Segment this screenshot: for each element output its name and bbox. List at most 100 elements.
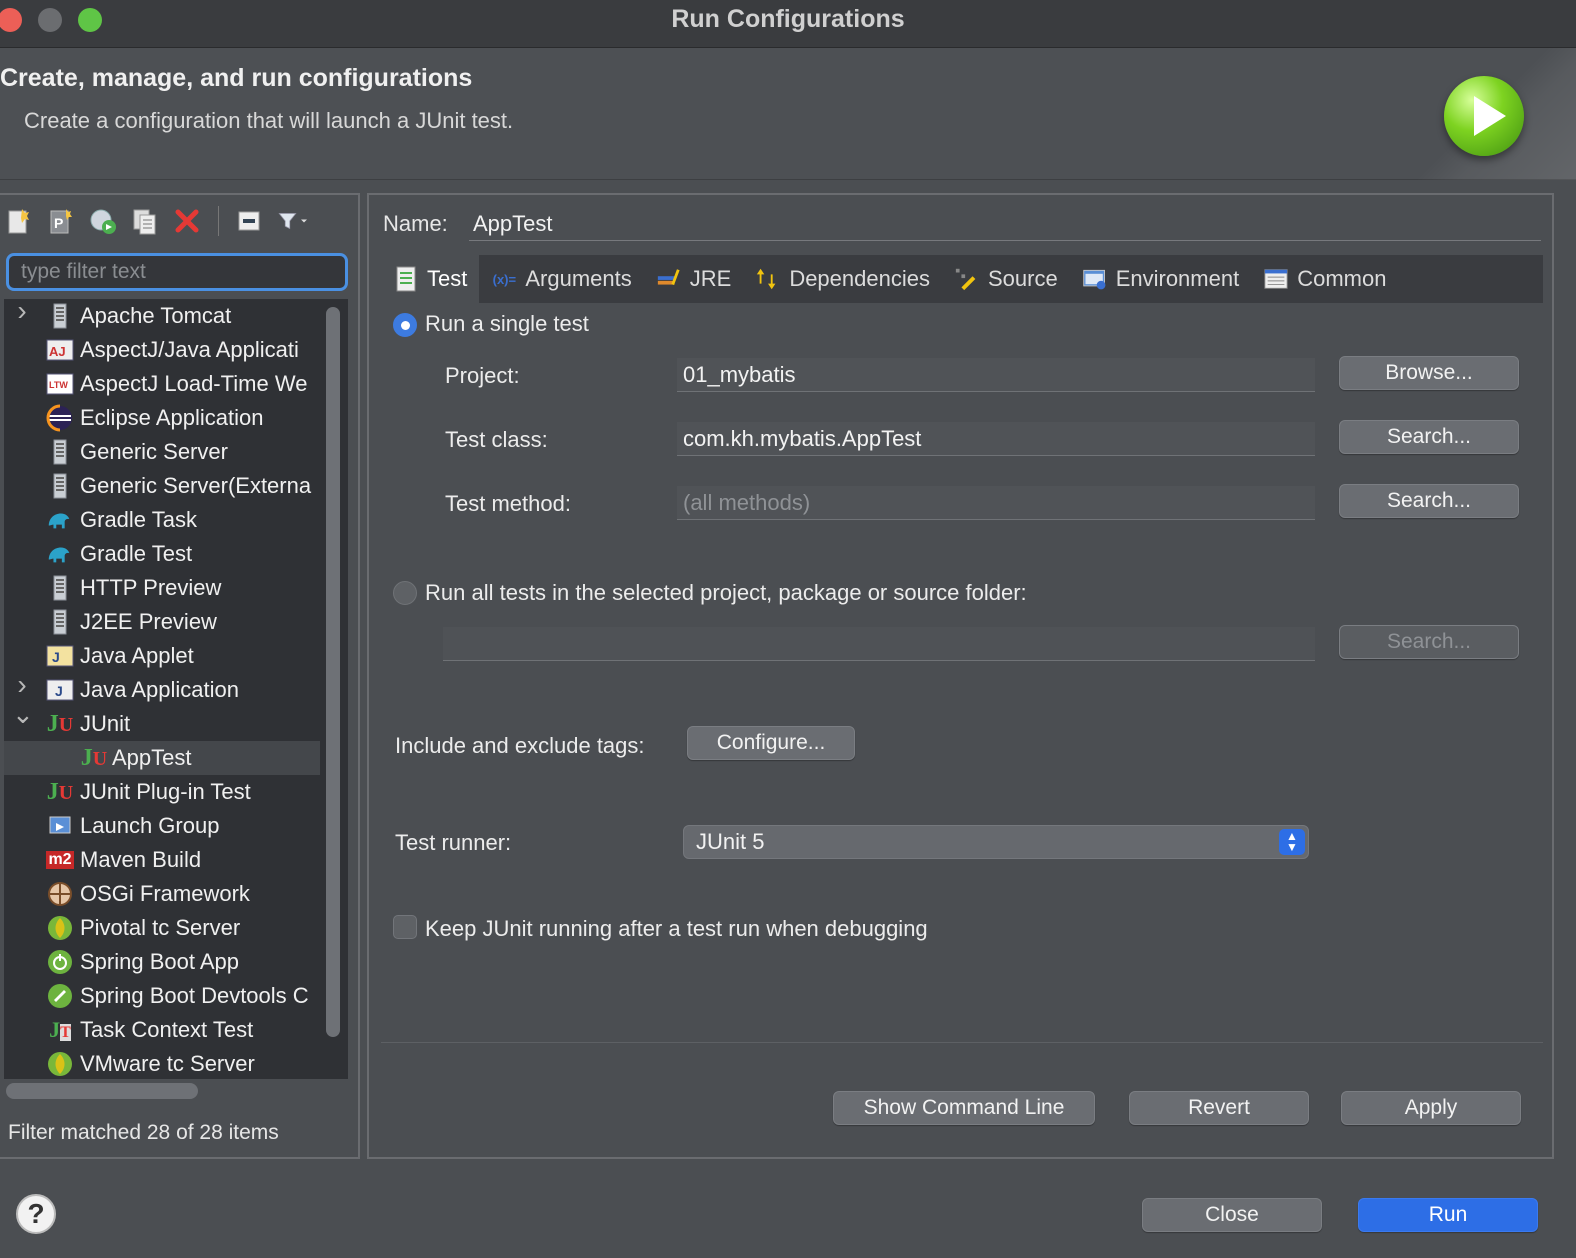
server-icon xyxy=(46,609,74,635)
gradle-icon xyxy=(46,541,74,567)
new-prototype-icon[interactable]: P xyxy=(46,206,76,236)
show-command-line-button[interactable]: Show Command Line xyxy=(833,1091,1095,1125)
tree-item[interactable]: OSGi Framework xyxy=(4,877,320,911)
tree-item[interactable]: J2EE Preview xyxy=(4,605,320,639)
junit-plugin-icon: JU xyxy=(46,778,74,805)
browse-project-button[interactable]: Browse... xyxy=(1339,356,1519,390)
tree-item[interactable]: LTW AspectJ Load-Time We xyxy=(4,367,320,401)
configuration-list-panel: P › Apache Tomcat AJ AspectJ/Java Applicati… xyxy=(0,193,360,1159)
test-method-field[interactable] xyxy=(677,486,1315,520)
keep-junit-running-checkbox[interactable] xyxy=(393,915,417,939)
tags-label: Include and exclude tags: xyxy=(395,733,645,758)
tab-arguments[interactable]: (x)= Arguments xyxy=(479,255,643,303)
tree-item[interactable]: › Apache Tomcat xyxy=(4,299,320,333)
tab-label: JRE xyxy=(689,266,732,291)
svg-text:J: J xyxy=(55,683,63,699)
tab-environment[interactable]: Environment xyxy=(1070,255,1252,303)
tree-item[interactable]: Generic Server(Externa xyxy=(4,469,320,503)
server-icon xyxy=(46,303,74,329)
run-button[interactable]: Run xyxy=(1358,1198,1538,1232)
run-all-tests-label: Run all tests in the selected project, p… xyxy=(425,580,1027,605)
tree-item[interactable]: Spring Boot Devtools C xyxy=(4,979,320,1013)
jre-tab-icon xyxy=(656,266,682,292)
tree-item-label: Java Applet xyxy=(80,643,194,668)
new-config-icon[interactable] xyxy=(4,206,34,236)
leaf-icon xyxy=(46,915,74,941)
tree-item-label: Launch Group xyxy=(80,813,220,838)
tab-test[interactable]: Test xyxy=(381,255,480,303)
project-label: Project: xyxy=(445,363,520,388)
name-label: Name: xyxy=(383,211,448,236)
server-icon xyxy=(46,439,74,465)
eclipse-icon xyxy=(46,404,74,432)
search-test-class-button[interactable]: Search... xyxy=(1339,420,1519,454)
tree-item[interactable]: HTTP Preview xyxy=(4,571,320,605)
tree-item[interactable]: Eclipse Application xyxy=(4,401,320,435)
tab-dependencies[interactable]: Dependencies xyxy=(743,255,942,303)
tree-item[interactable]: JT Task Context Test xyxy=(4,1013,320,1047)
test-runner-select[interactable]: JUnit 5 ▲ ▼ xyxy=(683,825,1309,859)
tree-item[interactable]: VMware tc Server xyxy=(4,1047,320,1079)
test-class-field[interactable] xyxy=(677,422,1315,456)
tree-item[interactable]: Launch Group xyxy=(4,809,320,843)
tree-item-label: Gradle Test xyxy=(80,541,193,566)
svg-text:LTW: LTW xyxy=(49,380,68,390)
tree-vertical-scrollbar[interactable] xyxy=(326,307,340,1037)
tree-horizontal-scrollbar[interactable] xyxy=(6,1083,198,1099)
tab-common[interactable]: Common xyxy=(1251,255,1398,303)
search-test-method-button[interactable]: Search... xyxy=(1339,484,1519,518)
name-input[interactable] xyxy=(469,207,1541,241)
title-bar: Run Configurations xyxy=(0,0,1576,48)
test-tab-icon xyxy=(393,266,419,292)
server-icon xyxy=(46,575,74,601)
config-toolbar: P xyxy=(4,203,307,239)
run-single-test-label: Run a single test xyxy=(425,311,589,336)
tab-source[interactable]: Source xyxy=(942,255,1070,303)
tree-item[interactable]: Gradle Task xyxy=(4,503,320,537)
collapse-all-icon[interactable] xyxy=(235,206,265,236)
project-field[interactable] xyxy=(677,358,1315,392)
tree-item[interactable]: › J Java Application xyxy=(4,673,320,707)
filter-input-box xyxy=(6,253,348,291)
tree-item-label: Generic Server(Externa xyxy=(80,473,312,498)
tree-item[interactable]: ⌄ JU JUnit xyxy=(4,707,320,741)
revert-button[interactable]: Revert xyxy=(1129,1091,1309,1125)
task-context-icon: JT xyxy=(49,1017,71,1042)
chevron-down-icon[interactable]: ⌄ xyxy=(12,707,34,730)
close-button[interactable]: Close xyxy=(1142,1198,1322,1232)
tree-item[interactable]: Pivotal tc Server xyxy=(4,911,320,945)
export-icon[interactable] xyxy=(88,206,118,236)
tree-item[interactable]: JU JUnit Plug-in Test xyxy=(4,775,320,809)
tree-item[interactable]: Spring Boot App xyxy=(4,945,320,979)
tree-item-label: Apache Tomcat xyxy=(80,303,232,328)
server-icon xyxy=(46,473,74,499)
tree-child-item[interactable]: JU AppTest xyxy=(4,741,320,775)
apply-button[interactable]: Apply xyxy=(1341,1091,1521,1125)
tree-item[interactable]: Generic Server xyxy=(4,435,320,469)
configure-tags-button[interactable]: Configure... xyxy=(687,726,855,760)
leaf-icon xyxy=(46,1051,74,1077)
run-single-test-radio[interactable] xyxy=(393,313,417,337)
svg-text:AJ: AJ xyxy=(49,344,66,359)
tree-item-label: J2EE Preview xyxy=(80,609,217,634)
ltw-icon: LTW xyxy=(46,371,74,397)
help-icon[interactable]: ? xyxy=(16,1194,56,1234)
delete-icon[interactable] xyxy=(172,206,202,236)
tree-item-label: Pivotal tc Server xyxy=(80,915,241,940)
tab-label: Dependencies xyxy=(789,266,930,291)
spring-boot-icon xyxy=(46,949,74,975)
tree-item[interactable]: Gradle Test xyxy=(4,537,320,571)
chevron-right-icon[interactable]: › xyxy=(12,299,32,327)
filter-icon[interactable] xyxy=(277,206,307,236)
chevron-right-icon[interactable]: › xyxy=(12,673,32,701)
filter-input[interactable] xyxy=(9,256,345,288)
tree-item[interactable]: m2 Maven Build xyxy=(4,843,320,877)
tab-jre[interactable]: JRE xyxy=(644,255,744,303)
duplicate-icon[interactable] xyxy=(130,206,160,236)
run-all-tests-radio[interactable] xyxy=(393,581,417,605)
tree-item-label: Generic Server xyxy=(80,439,228,464)
toolbar-separator xyxy=(218,206,219,236)
svg-text:J: J xyxy=(52,649,60,665)
tree-item[interactable]: AJ AspectJ/Java Applicati xyxy=(4,333,320,367)
tree-item[interactable]: J Java Applet xyxy=(4,639,320,673)
